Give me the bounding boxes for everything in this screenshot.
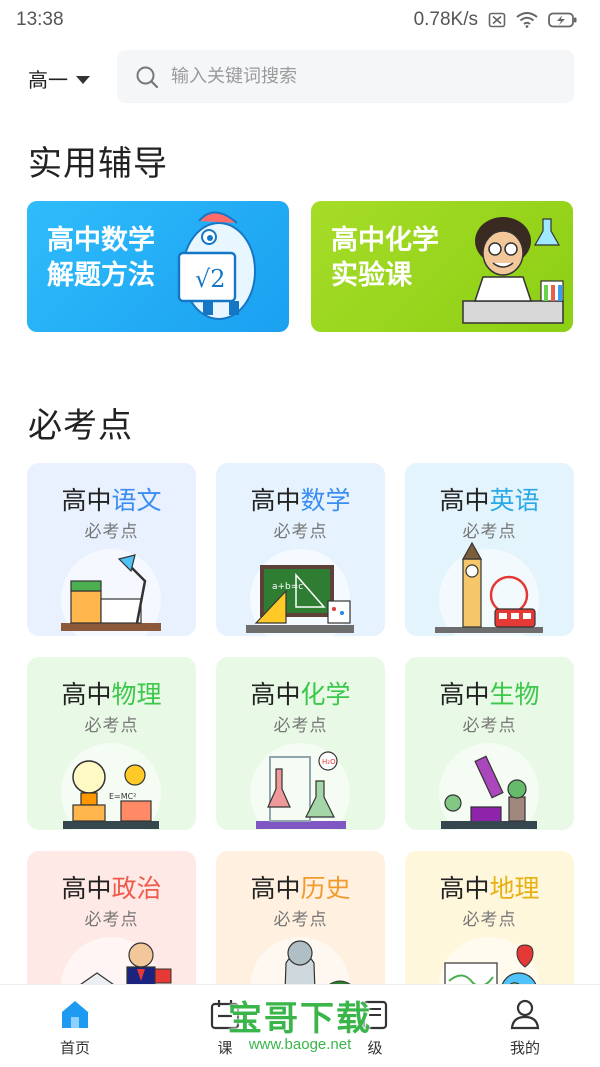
nav-label-grade: 级 — [367, 1040, 383, 1057]
nav-item-home[interactable]: 首页 — [0, 985, 150, 1067]
banner-title-line2: 解题方法 — [47, 260, 155, 290]
search-bar[interactable] — [117, 50, 574, 103]
banner-title: 高中化学 实验课 — [331, 223, 439, 293]
course-calendar-icon — [210, 1000, 240, 1030]
section-title-tutoring: 实用辅导 — [28, 145, 168, 183]
status-icons: 0.78K/s — [414, 9, 578, 31]
banner-title: 高中数学 解题方法 — [47, 223, 155, 293]
nav-item-course[interactable]: 课 — [150, 985, 300, 1067]
battery-charging-icon — [548, 12, 577, 28]
mascot-chalkboard-icon: √2 — [177, 211, 256, 320]
desk-lamp-books-icon — [61, 554, 161, 631]
chalkboard-ruler-icon: a+b=c — [246, 565, 354, 633]
nav-label-profile: 我的 — [509, 1040, 540, 1057]
subject-card-3[interactable]: 高中英语 必考点 — [405, 463, 574, 636]
search-input[interactable] — [171, 66, 551, 87]
subject-card-2[interactable]: 高中数学 必考点 a+b=c — [216, 463, 385, 636]
svg-text:a+b=c: a+b=c — [272, 582, 303, 592]
banner-title-line2: 实验课 — [331, 260, 412, 290]
grade-selector[interactable]: 高一 — [28, 64, 90, 93]
profile-icon — [510, 999, 540, 1030]
section-title-key-points: 必考点 — [28, 407, 133, 445]
search-icon — [136, 66, 159, 88]
no-sim-icon — [488, 12, 506, 28]
home-icon — [62, 1001, 88, 1028]
status-time: 13:38 — [16, 9, 64, 30]
subject-card-6[interactable]: 高中生物 必考点 — [405, 657, 574, 830]
scientist-flask-icon — [462, 217, 564, 324]
wifi-icon — [516, 12, 538, 28]
grade-book-icon — [362, 1000, 388, 1030]
bottom-nav: 首页 课 级 我的 — [0, 984, 600, 1067]
lightbulb-gears-icon: E=MC² — [63, 760, 159, 829]
header: 高一 — [0, 50, 600, 104]
banner-title-line1: 高中数学 — [47, 225, 155, 255]
nav-label-course: 课 — [217, 1040, 233, 1057]
subject-card-5[interactable]: 高中化学 必考点 H₂O — [216, 657, 385, 830]
banner-math-methods[interactable]: 高中数学 解题方法 √2 — [27, 201, 289, 332]
lab-flasks-icon: H₂O — [256, 751, 346, 829]
svg-text:E=MC²: E=MC² — [109, 792, 136, 801]
network-speed: 0.78K/s — [413, 9, 478, 30]
svg-text:√2: √2 — [195, 265, 226, 293]
banner-chemistry-lab[interactable]: 高中化学 实验课 — [311, 201, 573, 332]
subject-card-1[interactable]: 高中语文 必考点 — [27, 463, 196, 636]
nav-item-profile[interactable]: 我的 — [450, 985, 600, 1067]
status-bar: 13:38 0.78K/s — [0, 0, 600, 40]
microscope-plant-icon — [441, 755, 537, 829]
big-ben-bus-icon — [435, 541, 543, 633]
nav-label-home: 首页 — [59, 1040, 90, 1057]
nav-item-grade[interactable]: 级 — [300, 985, 450, 1067]
subject-card-4[interactable]: 高中物理 必考点 E=MC² — [27, 657, 196, 830]
banner-title-line1: 高中化学 — [331, 225, 439, 255]
grade-label: 高一 — [28, 70, 68, 92]
caret-down-icon — [76, 75, 90, 84]
svg-text:H₂O: H₂O — [322, 758, 336, 766]
